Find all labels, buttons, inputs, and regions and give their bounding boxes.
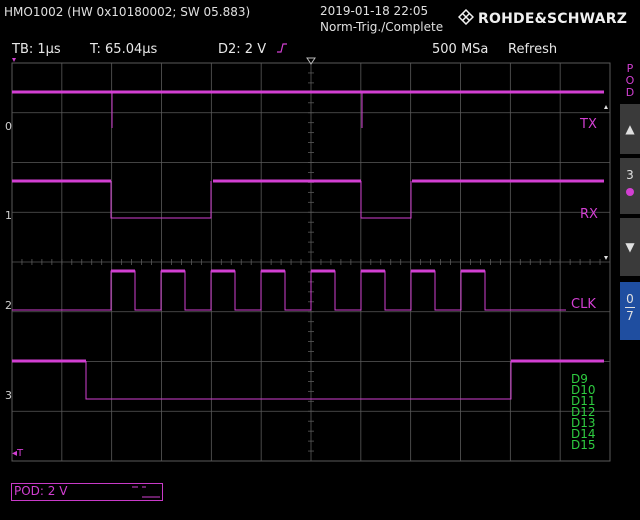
pod-state-indicator <box>132 486 160 498</box>
scroll-down-button[interactable]: ▼ <box>620 218 640 276</box>
left-edge-marker <box>12 58 16 62</box>
pod-tab[interactable]: POD <box>620 62 640 102</box>
pod-title-text: POD <box>625 62 635 99</box>
tx-label[interactable]: TX <box>580 117 597 132</box>
clk-label[interactable]: CLK <box>571 297 596 312</box>
pod-threshold: POD: 2 V <box>14 484 68 498</box>
waveform-display[interactable] <box>0 0 640 520</box>
pod-threshold-box[interactable]: POD: 2 V <box>11 483 163 501</box>
page-indicator[interactable]: 3 <box>620 158 640 214</box>
trigger-time-marker: ◂T <box>12 448 24 459</box>
tx-glitch <box>111 92 363 128</box>
row-label-2: 2 <box>5 299 12 312</box>
range-bottom: 7 <box>626 309 634 323</box>
row-label-3: 3 <box>5 389 12 402</box>
page-number: 3 <box>626 168 634 182</box>
pod-title: POD <box>620 62 640 99</box>
scroll-up-marker <box>604 105 608 109</box>
digital-label-d15: D15 <box>571 438 596 452</box>
range-divider <box>625 307 635 308</box>
selected-dot-icon <box>626 188 634 196</box>
clk-trace <box>12 270 566 311</box>
d3-trace-low <box>85 361 512 400</box>
trigger-marker-label: T <box>17 448 24 459</box>
row-label-0: 0 <box>5 120 12 133</box>
scroll-up-button[interactable]: ▲ <box>620 104 640 154</box>
rx-label[interactable]: RX <box>580 207 598 222</box>
scroll-down-marker <box>604 256 608 260</box>
channel-range-button[interactable]: 0 7 <box>620 282 640 340</box>
range-top: 0 <box>626 292 634 306</box>
arrow-down-icon: ▼ <box>625 240 635 254</box>
row-label-1: 1 <box>5 209 12 222</box>
arrow-up-icon: ▲ <box>625 122 635 136</box>
